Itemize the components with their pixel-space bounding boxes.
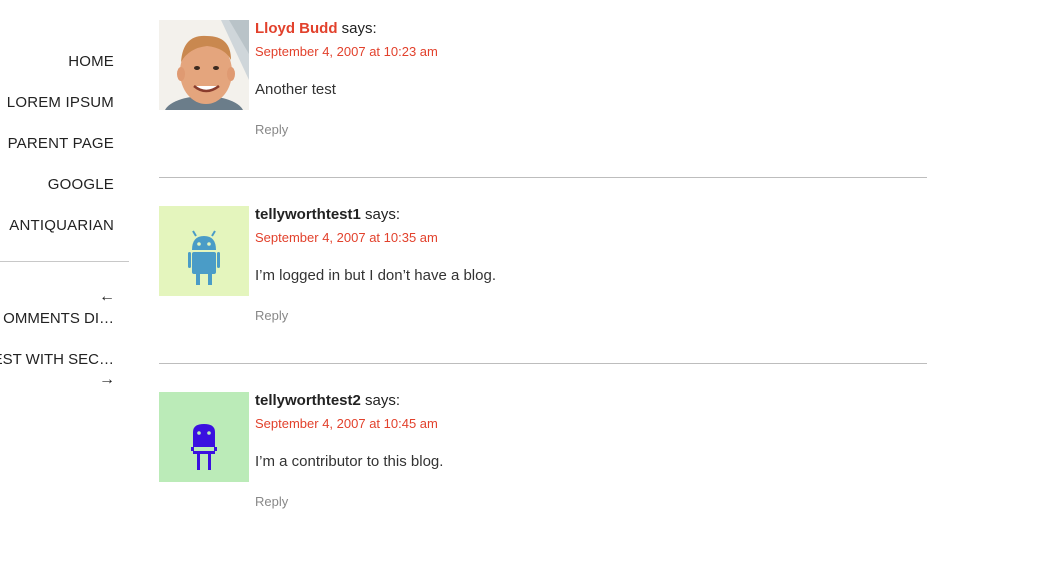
avatar [159,392,249,482]
reply-link[interactable]: Reply [255,494,915,510]
comment-author-line: tellyworthtest1 says: [255,206,915,224]
says-label: says: [365,206,401,223]
arrow-right-icon: → [99,371,115,388]
nav-item-google[interactable]: GOOGLE [7,173,114,214]
previous-post-link[interactable]: ← OMMENTS DI… [0,287,130,331]
avatar [159,20,249,110]
nav-item-antiquarian[interactable]: ANTIQUARIAN [7,214,114,255]
comment-item: tellyworthtest1 says: September 4, 2007 … [159,206,927,384]
comment-text: Another test [255,81,336,98]
next-post-title: EST WITH SEC… [0,351,114,368]
comment-body: tellyworthtest2 says: September 4, 2007 … [255,392,915,510]
nav-item-home[interactable]: HOME [7,50,114,91]
comment-author: tellyworthtest1 [255,206,361,223]
comment-author: tellyworthtest2 [255,392,361,409]
robot-avatar-icon [159,206,249,296]
arrow-left-icon: ← [99,288,115,305]
sidebar: HOME LOREM IPSUM PARENT PAGE GOOGLE ANTI… [0,0,130,520]
comment-item: Lloyd Budd says: September 4, 2007 at 10… [159,20,927,198]
comment-body: Lloyd Budd says: September 4, 2007 at 10… [255,20,915,138]
comment-author-line: Lloyd Budd says: [255,20,915,38]
comment-date-link[interactable]: September 4, 2007 at 10:23 am [255,44,915,60]
comment-item: tellyworthtest2 says: September 4, 2007 … [159,392,927,570]
comment-divider [159,363,927,364]
sidebar-divider [0,261,129,262]
avatar [159,206,249,296]
robot-avatar-icon [159,392,249,482]
reply-link[interactable]: Reply [255,122,915,138]
reply-link[interactable]: Reply [255,308,915,324]
nav-item-lorem-ipsum[interactable]: LOREM IPSUM [7,91,114,132]
comment-author-link[interactable]: Lloyd Budd [255,20,338,37]
comment-author-line: tellyworthtest2 says: [255,392,915,410]
comment-date-link[interactable]: September 4, 2007 at 10:45 am [255,416,915,432]
comment-divider [159,177,927,178]
comment-text: I’m logged in but I don’t have a blog. [255,267,496,284]
comment-date-link[interactable]: September 4, 2007 at 10:35 am [255,230,915,246]
says-label: says: [365,392,401,409]
says-label: says: [341,20,377,37]
previous-post-title: OMMENTS DI… [3,310,114,327]
main-navigation: HOME LOREM IPSUM PARENT PAGE GOOGLE ANTI… [7,50,114,255]
comment-text: I’m a contributor to this blog. [255,453,444,470]
user-photo-icon [159,20,249,110]
next-post-link[interactable]: EST WITH SEC… → [0,350,130,394]
comment-body: tellyworthtest1 says: September 4, 2007 … [255,206,915,324]
nav-item-parent-page[interactable]: PARENT PAGE [7,132,114,173]
